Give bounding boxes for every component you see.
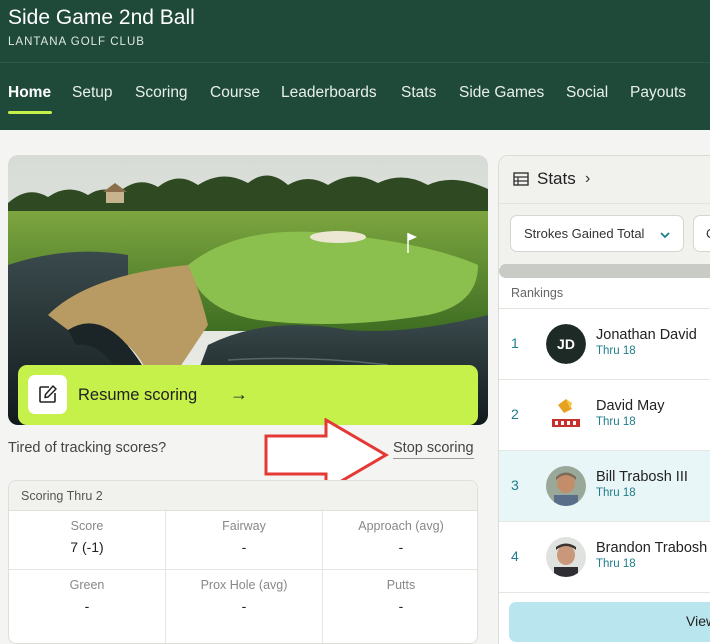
nav-side-games[interactable]: Side Games xyxy=(459,84,544,102)
rankings-label: Rankings xyxy=(511,286,564,300)
ranking-row[interactable]: 1 JD Jonathan David Thru 18 xyxy=(499,309,710,380)
stop-scoring-link[interactable]: Stop scoring xyxy=(393,440,474,459)
nav-leaderboards[interactable]: Leaderboards xyxy=(281,84,377,102)
player-progress: Thru 18 xyxy=(596,416,636,428)
edit-icon xyxy=(28,375,67,414)
ranking-row[interactable]: 4 Brandon Trabosh Thru 18 xyxy=(499,522,710,593)
active-tab-indicator xyxy=(8,111,52,114)
header-divider xyxy=(0,62,710,63)
player-name: Jonathan David xyxy=(596,327,697,343)
stat-label: Approach (avg) xyxy=(358,519,444,533)
stat-value: - xyxy=(241,598,247,614)
resume-scoring-label: Resume scoring xyxy=(78,386,198,404)
nav-scoring[interactable]: Scoring xyxy=(135,84,188,102)
avatar: JD xyxy=(546,324,586,364)
rank-number: 3 xyxy=(511,477,519,493)
stats-header[interactable]: Stats › xyxy=(499,156,710,204)
stat-value: - xyxy=(398,598,404,614)
stop-prompt-text: Tired of tracking scores? xyxy=(8,440,167,456)
ranking-row[interactable]: 3 Bill Trabosh III Thru 18 xyxy=(499,451,710,522)
stat-value: - xyxy=(241,539,247,555)
ranking-row[interactable]: 2 David May Thru 18 xyxy=(499,380,710,451)
stat-type-select[interactable]: Strokes Gained Total xyxy=(510,215,684,252)
stat-label: Green xyxy=(69,578,105,592)
avatar xyxy=(546,537,586,577)
stat-cell-score: Score 7 (-1) xyxy=(9,519,165,555)
player-progress: Thru 18 xyxy=(596,558,636,570)
stats-controls: Strokes Gained Total C xyxy=(499,204,710,266)
horizontal-scrollbar[interactable] xyxy=(499,264,710,278)
stat-label: Prox Hole (avg) xyxy=(200,578,288,592)
nav-stats[interactable]: Stats xyxy=(401,84,436,102)
stat-cell-putts: Putts - xyxy=(323,578,477,614)
stat-label: Putts xyxy=(386,578,416,592)
stat-cell-fairway: Fairway - xyxy=(166,519,322,555)
player-name: Bill Trabosh III xyxy=(596,469,688,485)
avatar xyxy=(546,395,586,435)
resume-scoring-button[interactable]: Resume scoring → xyxy=(18,365,478,425)
stat-value: - xyxy=(84,598,90,614)
view-all-button[interactable]: View xyxy=(509,602,710,642)
rank-number: 2 xyxy=(511,406,519,422)
table-icon xyxy=(513,172,529,191)
nav-home[interactable]: Home xyxy=(8,84,51,102)
select-value: C xyxy=(706,226,710,241)
scoring-summary-card: Scoring Thru 2 Score 7 (-1) Fairway - Ap… xyxy=(8,480,478,644)
chevron-down-icon xyxy=(659,228,671,246)
avatar-initials: JD xyxy=(546,324,586,364)
page-title: Side Game 2nd Ball xyxy=(8,6,195,29)
stat-cell-green: Green - xyxy=(9,578,165,614)
arrow-right-icon: → xyxy=(230,384,248,404)
card-header: Scoring Thru 2 xyxy=(9,481,477,511)
nav-social[interactable]: Social xyxy=(566,84,608,102)
club-name: LANTANA GOLF CLUB xyxy=(8,36,145,48)
player-name: David May xyxy=(596,398,665,414)
card-title: Scoring Thru 2 xyxy=(21,489,103,503)
stats-panel: Stats › Strokes Gained Total C Rankings … xyxy=(498,155,710,644)
nav-setup[interactable]: Setup xyxy=(72,84,113,102)
select-value: Strokes Gained Total xyxy=(524,226,645,241)
nav-course[interactable]: Course xyxy=(210,84,260,102)
divider xyxy=(9,569,477,570)
rank-number: 4 xyxy=(511,548,519,564)
avatar xyxy=(546,466,586,506)
rank-number: 1 xyxy=(511,335,519,351)
stat-cell-prox-hole: Prox Hole (avg) - xyxy=(166,578,322,614)
player-name: Brandon Trabosh xyxy=(596,540,708,556)
player-progress: Thru 18 xyxy=(596,487,636,499)
stat-cell-approach: Approach (avg) - xyxy=(323,519,477,555)
stat-value: 7 (-1) xyxy=(70,539,104,555)
stat-label: Score xyxy=(70,519,104,533)
player-progress: Thru 18 xyxy=(596,345,636,357)
app-header: Side Game 2nd Ball LANTANA GOLF CLUB Hom… xyxy=(0,0,710,130)
stat-label: Fairway xyxy=(222,519,266,533)
secondary-select[interactable]: C xyxy=(693,215,710,252)
stats-title: Stats xyxy=(537,169,576,188)
chevron-right-icon: › xyxy=(585,170,591,187)
view-button-label: View xyxy=(686,613,710,629)
stat-value: - xyxy=(398,539,404,555)
nav-payouts[interactable]: Payouts xyxy=(630,84,686,102)
